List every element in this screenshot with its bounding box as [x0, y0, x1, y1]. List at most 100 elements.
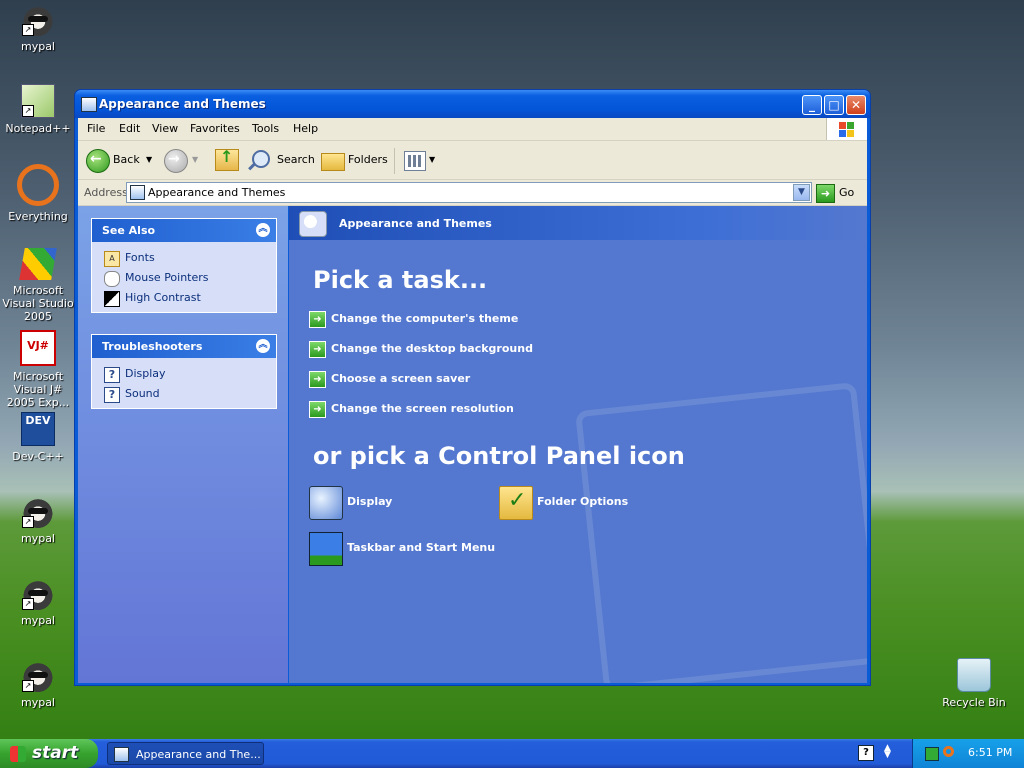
- see-also-body: A Fonts Mouse Pointers High Contrast: [92, 242, 276, 312]
- close-button[interactable]: ✕: [846, 95, 866, 115]
- minimize-icon: _: [809, 98, 815, 112]
- shortcut-arrow-icon: ↗: [22, 680, 34, 692]
- task-screen-saver[interactable]: ➜ Choose a screen saver: [309, 370, 470, 388]
- task-label: Change the screen resolution: [331, 402, 514, 415]
- desktop-icon-visual-jsharp[interactable]: VJ# Microsoft Visual J# 2005 Exp...: [0, 330, 76, 409]
- task-arrow-icon: ➜: [309, 341, 326, 358]
- help-icon: ?: [104, 387, 120, 403]
- watermark-icon: [575, 382, 867, 683]
- menu-file[interactable]: File: [87, 122, 105, 135]
- see-also-high-contrast[interactable]: High Contrast: [92, 288, 276, 308]
- views-icon[interactable]: [404, 151, 426, 171]
- link-label: Fonts: [125, 251, 155, 264]
- display-icon: [309, 486, 343, 520]
- task-label: Choose a screen saver: [331, 372, 471, 385]
- dev-cpp-icon: DEV: [21, 412, 55, 446]
- taskbar-button-appearance-themes[interactable]: Appearance and The...: [107, 742, 264, 765]
- desktop-icon-notepad-plus-plus[interactable]: ↗ Notepad++: [0, 84, 76, 135]
- everything-tray-icon[interactable]: [943, 746, 954, 757]
- task-label: Change the computer's theme: [331, 312, 519, 325]
- troubleshooters-panel: Troubleshooters ︽ ? Display ? Sound: [91, 334, 277, 409]
- help-tray-icon[interactable]: ?: [858, 745, 874, 761]
- minimize-button[interactable]: _: [802, 95, 822, 115]
- address-input[interactable]: Appearance and Themes ▼: [126, 182, 812, 203]
- link-label: Display: [125, 367, 166, 380]
- back-arrow-icon[interactable]: ←: [86, 149, 110, 173]
- menu-favorites[interactable]: Favorites: [190, 122, 240, 135]
- control-panel-icon: [114, 747, 129, 762]
- raccoon-icon: ↗: [22, 578, 54, 610]
- task-change-background[interactable]: ➜ Change the desktop background: [309, 340, 533, 358]
- back-button[interactable]: Back: [113, 149, 140, 171]
- recycle-bin-icon: [957, 658, 991, 692]
- collapse-chevron-icon[interactable]: ︽: [256, 339, 270, 353]
- start-button[interactable]: start: [0, 739, 98, 768]
- desktop-icon-recycle-bin[interactable]: Recycle Bin: [936, 658, 1012, 709]
- folders-icon: [321, 153, 345, 171]
- pick-icon-heading: or pick a Control Panel icon: [313, 442, 685, 470]
- forward-arrow-icon[interactable]: →: [164, 149, 188, 173]
- troubleshooter-sound[interactable]: ? Sound: [92, 384, 276, 404]
- see-also-mouse-pointers[interactable]: Mouse Pointers: [92, 268, 276, 288]
- see-also-title: See Also: [102, 224, 156, 237]
- desktop-icon-label: mypal: [20, 532, 55, 545]
- desktop-icon-everything[interactable]: Everything: [0, 164, 76, 223]
- collapse-chevron-icon[interactable]: ︽: [256, 223, 270, 237]
- menu-tools[interactable]: Tools: [252, 122, 279, 135]
- desktop-icon-mypal-2[interactable]: ↗ mypal: [0, 496, 76, 545]
- go-button[interactable]: ➜ Go: [816, 183, 855, 203]
- desktop-icon-label: Microsoft Visual Studio 2005: [2, 284, 74, 323]
- task-screen-resolution[interactable]: ➜ Change the screen resolution: [309, 400, 514, 418]
- menu-view[interactable]: View: [152, 122, 178, 135]
- desktop-icon-label: Everything: [8, 210, 68, 223]
- troubleshooter-display[interactable]: ? Display: [92, 364, 276, 384]
- desktop-icon-label: Microsoft Visual J# 2005 Exp...: [6, 370, 70, 409]
- maximize-button[interactable]: □: [824, 95, 844, 115]
- tray-scroll-icon[interactable]: ▲ ▼: [884, 744, 894, 760]
- back-dropdown-icon[interactable]: ▼: [146, 149, 152, 171]
- network-tray-icon[interactable]: [925, 747, 939, 761]
- raccoon-icon: ↗: [22, 4, 54, 36]
- link-label: High Contrast: [125, 291, 201, 304]
- desktop-icon-mypal-3[interactable]: ↗ mypal: [0, 578, 76, 627]
- search-button[interactable]: Search: [277, 149, 315, 171]
- toolbar: ← Back ▼ → ▼ Search Folders ▼: [78, 141, 867, 180]
- task-change-theme[interactable]: ➜ Change the computer's theme: [309, 310, 518, 328]
- shortcut-arrow-icon: ↗: [22, 105, 34, 117]
- troubleshooters-header[interactable]: Troubleshooters ︽: [92, 335, 276, 358]
- menu-bar: File Edit View Favorites Tools Help: [78, 118, 867, 141]
- visual-studio-icon: [19, 248, 57, 280]
- taskbar: start Appearance and The... ? ▲ ▼ 6:51 PM: [0, 739, 1024, 768]
- see-also-header[interactable]: See Also ︽: [92, 219, 276, 242]
- troubleshooters-body: ? Display ? Sound: [92, 358, 276, 408]
- cp-icon-folder-options[interactable]: Folder Options: [499, 485, 628, 520]
- appearance-themes-icon: [299, 211, 327, 237]
- address-dropdown-icon[interactable]: ▼: [793, 184, 810, 201]
- views-dropdown-icon[interactable]: ▼: [429, 149, 435, 171]
- shortcut-arrow-icon: ↗: [22, 516, 34, 528]
- desktop-icon-mypal-1[interactable]: ↗ mypal: [0, 4, 76, 53]
- menu-help[interactable]: Help: [293, 122, 318, 135]
- link-label: Sound: [125, 387, 160, 400]
- cp-icon-taskbar-start-menu[interactable]: Taskbar and Start Menu: [309, 532, 495, 566]
- folder-options-icon: [499, 485, 533, 520]
- link-label: Mouse Pointers: [125, 271, 209, 284]
- up-folder-icon[interactable]: [215, 147, 239, 171]
- mouse-icon: [104, 271, 120, 287]
- title-bar[interactable]: Appearance and Themes _ □ ✕: [75, 90, 870, 118]
- menu-edit[interactable]: Edit: [119, 122, 140, 135]
- see-also-fonts[interactable]: A Fonts: [92, 248, 276, 268]
- go-label: Go: [839, 186, 855, 199]
- clock[interactable]: 6:51 PM: [968, 746, 1012, 759]
- desktop-icon-mypal-4[interactable]: ↗ mypal: [0, 660, 76, 709]
- desktop-icon-dev-cpp[interactable]: DEV Dev-C++: [0, 412, 76, 463]
- desktop-icon-visual-studio[interactable]: Microsoft Visual Studio 2005: [0, 248, 76, 323]
- start-label: start: [32, 743, 79, 763]
- address-label: Address: [84, 186, 128, 199]
- shortcut-arrow-icon: ↗: [22, 24, 34, 36]
- folders-button[interactable]: Folders: [348, 149, 388, 171]
- fonts-icon: A: [104, 251, 120, 267]
- forward-dropdown-icon[interactable]: ▼: [192, 149, 198, 171]
- cp-icon-display[interactable]: Display: [309, 486, 392, 520]
- desktop-icon-label: mypal: [20, 40, 55, 53]
